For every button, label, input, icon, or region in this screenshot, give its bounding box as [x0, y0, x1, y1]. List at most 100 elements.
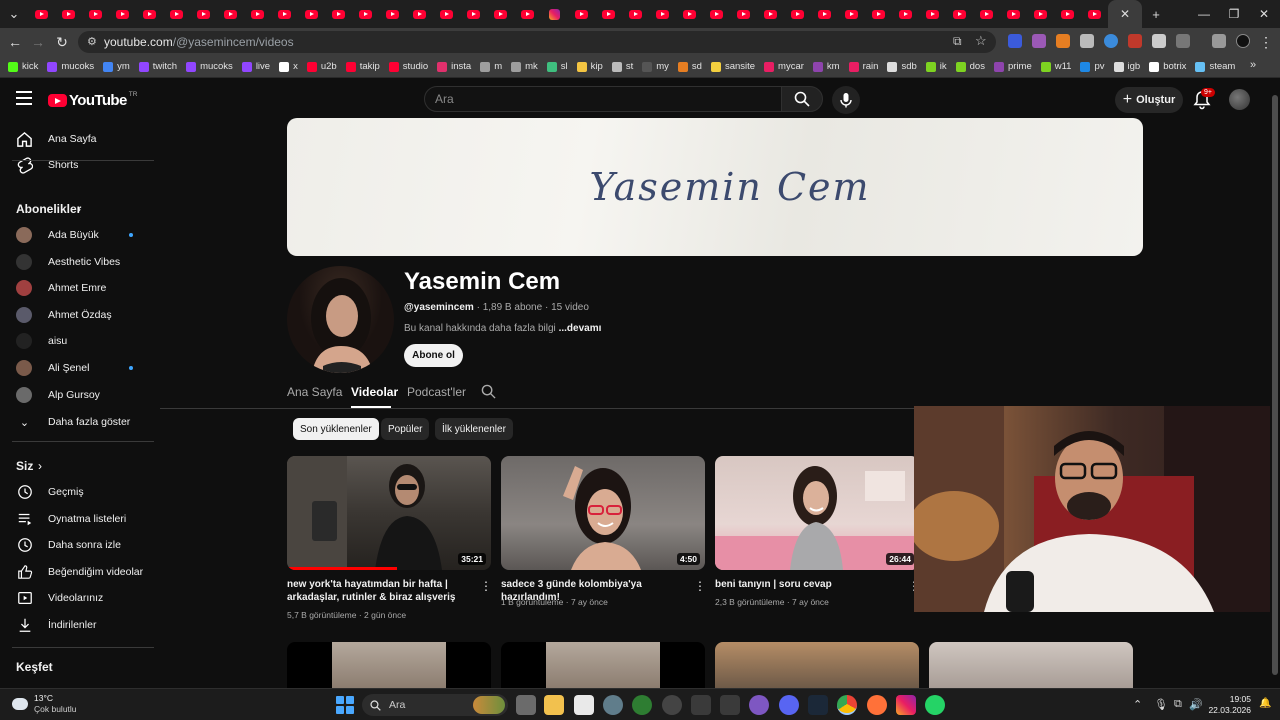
browser-tab[interactable]	[919, 0, 946, 28]
file-explorer-icon[interactable]	[544, 695, 564, 715]
instagram-icon[interactable]	[896, 695, 916, 715]
bookmark-star-icon[interactable]: ☆	[975, 33, 987, 49]
url-text[interactable]: youtube.com/@yasemincem/videos	[104, 35, 294, 49]
voice-search-button[interactable]	[832, 86, 860, 114]
video-card[interactable]: 26:44 beni tanıyın | soru cevap ⋮ 2,3 B …	[715, 456, 920, 607]
browser-tab[interactable]	[163, 0, 190, 28]
browser-tab[interactable]	[136, 0, 163, 28]
search-input[interactable]	[425, 87, 781, 111]
extension-icon[interactable]	[1032, 34, 1046, 48]
network-icon[interactable]: ⧉	[1174, 698, 1182, 711]
browser-tab[interactable]	[676, 0, 703, 28]
youtube-logo[interactable]: YouTube TR	[48, 91, 137, 109]
bookmark-item[interactable]: dos	[955, 61, 985, 72]
bookmark-item[interactable]: takip	[345, 61, 380, 72]
bookmark-item[interactable]: pv	[1080, 61, 1105, 72]
extension-icon[interactable]	[1056, 34, 1070, 48]
more-options-icon[interactable]: ⋮	[694, 580, 706, 592]
browser-tab[interactable]	[379, 0, 406, 28]
tab-podcasts[interactable]: Podcast'ler	[407, 385, 466, 399]
show-more-button[interactable]: ⌄ Daha fazla göster	[0, 409, 150, 435]
you-heading[interactable]: Siz ›	[0, 453, 150, 479]
address-bar[interactable]: ⚙ youtube.com/@yasemincem/videos ⧉ ☆	[78, 31, 996, 53]
media-control-icon[interactable]	[1212, 34, 1226, 48]
maximize-button[interactable]: ❐	[1218, 0, 1250, 28]
browser-tab[interactable]	[433, 0, 460, 28]
whatsapp-icon[interactable]	[925, 695, 945, 715]
scrollbar-thumb[interactable]	[1272, 95, 1278, 675]
browser-tab[interactable]	[352, 0, 379, 28]
video-card[interactable]: 4:50 sadece 3 günde kolombiya'ya hazırla…	[501, 456, 706, 607]
bookmark-item[interactable]: sansite	[710, 61, 755, 72]
bookmark-item[interactable]: steam	[1195, 61, 1235, 72]
bookmark-item[interactable]: st	[611, 61, 633, 72]
search-box[interactable]	[424, 86, 782, 112]
channel-search-icon[interactable]	[481, 384, 496, 399]
chip-latest[interactable]: Son yüklenenler	[293, 418, 379, 440]
bookmark-item[interactable]: mucoks	[186, 61, 233, 72]
browser-tab[interactable]	[244, 0, 271, 28]
sidebar-item-playlists[interactable]: Oynatma listeleri	[0, 506, 150, 532]
video-thumbnail[interactable]	[715, 642, 919, 688]
bookmark-item[interactable]: insta	[437, 61, 471, 72]
browser-tab[interactable]	[811, 0, 838, 28]
more-options-icon[interactable]: ⋮	[480, 580, 492, 592]
bookmark-item[interactable]: sl	[546, 61, 568, 72]
bookmark-item[interactable]: botrix	[1149, 61, 1186, 72]
forward-button[interactable]: →	[28, 32, 48, 52]
microphone-tray-icon[interactable]: 🎙	[1154, 698, 1168, 711]
close-window-button[interactable]: ✕	[1248, 0, 1280, 28]
extension-icon[interactable]	[1008, 34, 1022, 48]
browser-tab[interactable]	[487, 0, 514, 28]
sidebar-subscription[interactable]: Ali Şenel	[0, 355, 150, 381]
app-icon[interactable]	[720, 695, 740, 715]
bookmark-item[interactable]: kick	[8, 61, 38, 72]
subscriptions-heading[interactable]: Abonelikler ›	[0, 196, 150, 222]
browser-tab[interactable]	[865, 0, 892, 28]
description-more-link[interactable]: ...devamı	[559, 323, 602, 334]
subscribe-button[interactable]: Abone ol	[404, 344, 463, 367]
browser-tab[interactable]	[271, 0, 298, 28]
install-app-icon[interactable]: ⧉	[953, 34, 962, 49]
browser-tab[interactable]	[217, 0, 244, 28]
browser-tab[interactable]	[1000, 0, 1027, 28]
notepad-icon[interactable]	[574, 695, 594, 715]
bookmark-item[interactable]: ym	[103, 61, 130, 72]
browser-tab[interactable]	[703, 0, 730, 28]
task-view-icon[interactable]	[516, 695, 536, 715]
browser-tab[interactable]	[946, 0, 973, 28]
active-tab[interactable]: ✕	[1108, 0, 1142, 28]
browser-tab[interactable]	[622, 0, 649, 28]
back-button[interactable]: ←	[5, 32, 25, 52]
bookmark-item[interactable]: x	[279, 61, 298, 72]
steam-icon[interactable]	[662, 695, 682, 715]
tab-videos[interactable]: Videolar	[351, 385, 398, 399]
chip-popular[interactable]: Popüler	[381, 418, 430, 440]
browser-tab[interactable]	[460, 0, 487, 28]
channel-description[interactable]: Bu kanal hakkında daha fazla bilgi ...de…	[404, 323, 601, 334]
reload-button[interactable]: ↻	[52, 32, 72, 52]
search-button[interactable]	[781, 86, 823, 112]
create-button[interactable]: + Oluştur	[1115, 87, 1183, 113]
close-icon[interactable]: ✕	[1120, 7, 1130, 21]
site-info-icon[interactable]: ⚙	[87, 35, 97, 48]
start-button[interactable]	[336, 696, 354, 714]
chrome-icon[interactable]	[837, 695, 857, 715]
browser-tab[interactable]	[109, 0, 136, 28]
browser-tab[interactable]	[514, 0, 541, 28]
browser-tab[interactable]	[595, 0, 622, 28]
extension-icon[interactable]	[1080, 34, 1094, 48]
browser-tab[interactable]	[1027, 0, 1054, 28]
settings-icon[interactable]	[603, 695, 623, 715]
bookmark-item[interactable]: sdb	[887, 61, 917, 72]
bookmark-item[interactable]: live	[241, 61, 270, 72]
bookmark-item[interactable]: kip	[576, 61, 603, 72]
browser-tab[interactable]	[190, 0, 217, 28]
browser-tab[interactable]	[406, 0, 433, 28]
sidebar-item-your-videos[interactable]: Videolarınız	[0, 585, 150, 611]
browser-tab[interactable]	[298, 0, 325, 28]
account-avatar[interactable]	[1229, 89, 1250, 110]
sidebar-subscription[interactable]: Ahmet Özdaş	[0, 302, 150, 328]
more-bookmarks-icon[interactable]: »	[1250, 59, 1256, 71]
browser-tab[interactable]	[1081, 0, 1108, 28]
